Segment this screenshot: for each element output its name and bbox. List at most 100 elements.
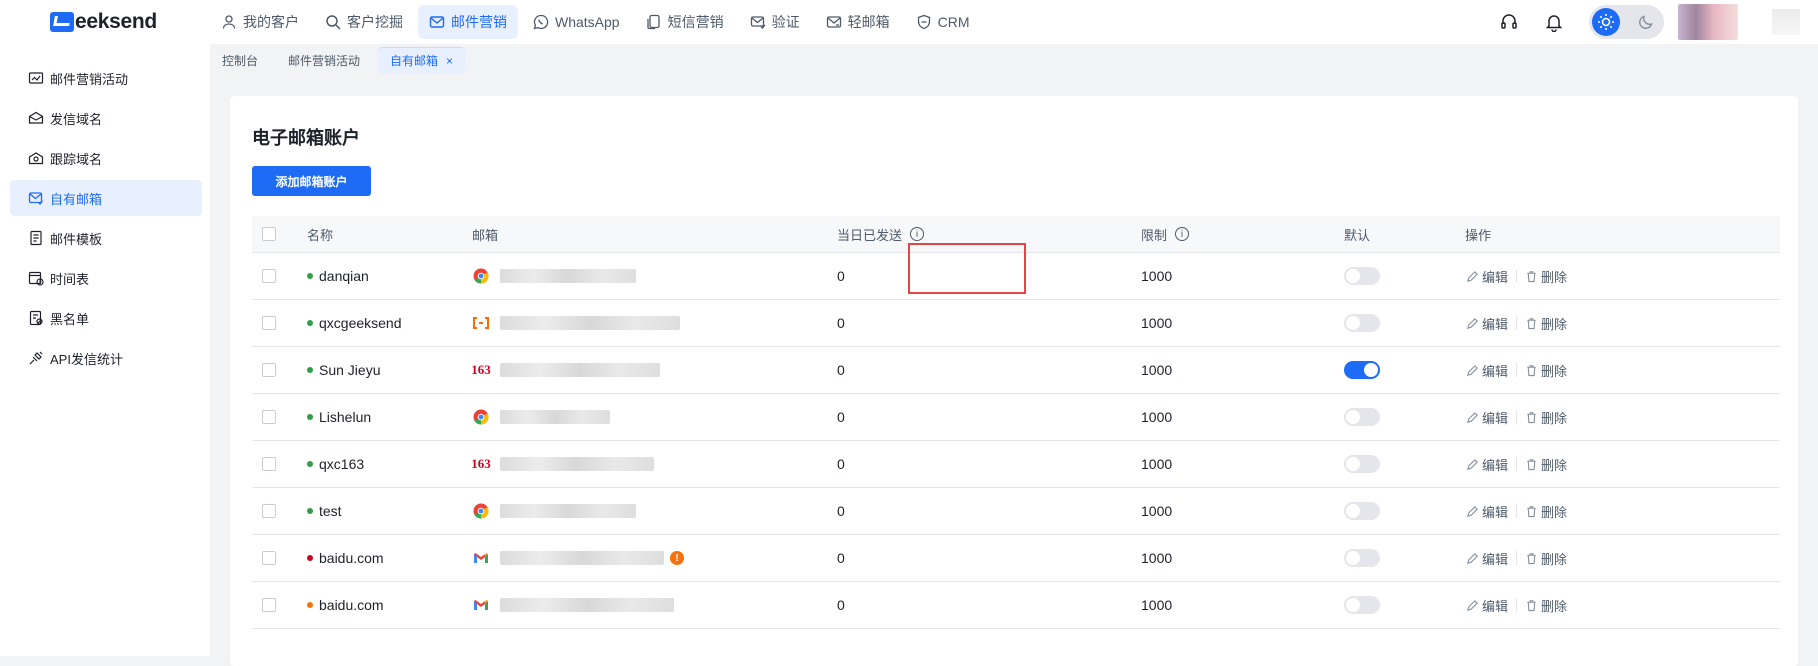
divider xyxy=(1516,504,1518,518)
divider xyxy=(1516,363,1518,377)
nav-crm[interactable]: CRM xyxy=(905,5,981,39)
default-toggle[interactable] xyxy=(1344,549,1380,567)
row-checkbox[interactable] xyxy=(262,504,276,518)
sidebar-item-tracking-domain[interactable]: 跟踪域名 xyxy=(10,140,202,176)
info-icon[interactable]: i xyxy=(910,227,925,241)
edit-button[interactable]: 编辑 xyxy=(1466,314,1508,333)
status-dot xyxy=(307,367,313,373)
delete-button[interactable]: 删除 xyxy=(1525,408,1567,427)
add-mailbox-button[interactable]: 添加邮箱账户 xyxy=(252,166,371,196)
nav-whatsapp[interactable]: WhatsApp xyxy=(522,5,631,39)
delete-button[interactable]: 删除 xyxy=(1525,361,1567,380)
sidebar-item-label: 发信域名 xyxy=(50,111,103,127)
tab-console[interactable]: 控制台 xyxy=(210,47,270,73)
headset-icon[interactable] xyxy=(1499,12,1519,32)
delete-label: 删除 xyxy=(1541,269,1568,285)
nav-light-mailbox[interactable]: 轻邮箱 xyxy=(815,5,901,39)
trash-icon xyxy=(1527,552,1536,564)
edit-button[interactable]: 编辑 xyxy=(1466,267,1508,286)
avatar[interactable] xyxy=(1678,4,1738,40)
status-dot xyxy=(307,602,313,608)
delete-button[interactable]: 删除 xyxy=(1525,549,1567,568)
edit-button[interactable]: 编辑 xyxy=(1466,596,1508,615)
email-cell xyxy=(472,582,674,628)
nav-my-customers[interactable]: 我的客户 xyxy=(210,5,310,39)
table-row[interactable]: qxc163 163 0 1000 编辑 删除 xyxy=(252,441,1780,488)
theme-toggle[interactable] xyxy=(1589,5,1664,39)
table-row[interactable]: baidu.com! 0 1000 编辑 删除 xyxy=(252,535,1780,582)
table-row[interactable]: test 0 1000 编辑 删除 xyxy=(252,488,1780,535)
trash-icon xyxy=(1527,411,1536,423)
nav-sms-marketing[interactable]: 短信营销 xyxy=(635,5,735,39)
limit-value: 1000 xyxy=(1141,503,1173,519)
edit-button[interactable]: 编辑 xyxy=(1466,455,1508,474)
logo[interactable]: eeksend xyxy=(50,10,157,34)
sidebar-item-api-stats[interactable]: API发信统计 xyxy=(10,340,202,376)
edit-button[interactable]: 编辑 xyxy=(1466,502,1508,521)
delete-button[interactable]: 删除 xyxy=(1525,455,1567,474)
delete-button[interactable]: 删除 xyxy=(1525,596,1567,615)
pencil-icon xyxy=(1467,364,1478,376)
row-checkbox[interactable] xyxy=(262,598,276,612)
page-tabs: 控制台 邮件营销活动 自有邮箱 × xyxy=(210,44,466,76)
default-toggle[interactable] xyxy=(1344,361,1380,379)
limit-value: 1000 xyxy=(1141,362,1173,378)
nav-email-marketing[interactable]: 邮件营销 xyxy=(418,5,518,39)
row-checkbox[interactable] xyxy=(262,316,276,330)
toggle-knob xyxy=(1346,316,1360,330)
sidebar-item-label: 跟踪域名 xyxy=(50,151,103,167)
edit-button[interactable]: 编辑 xyxy=(1466,408,1508,427)
edit-button[interactable]: 编辑 xyxy=(1466,361,1508,380)
pencil-icon xyxy=(1467,411,1478,423)
divider xyxy=(1516,316,1518,330)
delete-button[interactable]: 删除 xyxy=(1525,314,1567,333)
table-row[interactable]: qxcgeeksend 0 1000 编辑 删除 xyxy=(252,300,1780,347)
row-checkbox[interactable] xyxy=(262,457,276,471)
tab-label: 邮件营销活动 xyxy=(288,53,361,68)
table-row[interactable]: baidu.com 0 1000 编辑 删除 xyxy=(252,582,1780,629)
pencil-icon xyxy=(1467,270,1478,282)
tab-email-campaigns[interactable]: 邮件营销活动 xyxy=(276,47,372,73)
default-toggle[interactable] xyxy=(1344,502,1380,520)
logo-mark-icon xyxy=(50,12,74,32)
moon-icon[interactable] xyxy=(1638,14,1654,30)
col-limit-label: 限制 xyxy=(1141,227,1168,243)
row-checkbox[interactable] xyxy=(262,363,276,377)
sun-icon[interactable] xyxy=(1592,8,1620,36)
default-toggle[interactable] xyxy=(1344,455,1380,473)
tab-own-mailbox[interactable]: 自有邮箱 × xyxy=(378,46,466,74)
delete-button[interactable]: 删除 xyxy=(1525,267,1567,286)
default-toggle[interactable] xyxy=(1344,408,1380,426)
sidebar-item-label: 邮件模板 xyxy=(50,231,103,247)
delete-button[interactable]: 删除 xyxy=(1525,502,1567,521)
default-toggle[interactable] xyxy=(1344,596,1380,614)
email-redacted xyxy=(500,504,636,518)
select-all-checkbox[interactable] xyxy=(262,227,276,241)
sidebar-item-schedule[interactable]: 时间表 xyxy=(10,260,202,296)
sidebar-item-campaigns[interactable]: 邮件营销活动 xyxy=(10,60,202,96)
sidebar-item-own-mailbox[interactable]: 自有邮箱 xyxy=(10,180,202,216)
nav-customer-mining[interactable]: 客户挖掘 xyxy=(314,5,414,39)
bell-icon[interactable] xyxy=(1544,12,1564,32)
sidebar-item-templates[interactable]: 邮件模板 xyxy=(10,220,202,256)
row-checkbox[interactable] xyxy=(262,269,276,283)
edit-button[interactable]: 编辑 xyxy=(1466,549,1508,568)
table-row[interactable]: Sun Jieyu 163 0 1000 编辑 删除 xyxy=(252,347,1780,394)
nav-label: 短信营销 xyxy=(667,14,724,30)
table-row[interactable]: Lishelun 0 1000 编辑 删除 xyxy=(252,394,1780,441)
sidebar-item-blacklist[interactable]: 黑名单 xyxy=(10,300,202,336)
highlight-box xyxy=(908,243,1026,294)
warning-icon[interactable]: ! xyxy=(670,551,684,565)
row-checkbox[interactable] xyxy=(262,551,276,565)
col-name: 名称 xyxy=(307,227,334,243)
default-toggle[interactable] xyxy=(1344,267,1380,285)
sent-today-value: 0 xyxy=(837,550,845,566)
sidebar-item-sending-domain[interactable]: 发信域名 xyxy=(10,100,202,136)
nav-verify[interactable]: 验证 xyxy=(739,5,811,39)
user-menu[interactable] xyxy=(1772,9,1800,35)
netease-163-icon: 163 xyxy=(471,362,491,377)
info-icon[interactable]: i xyxy=(1175,227,1190,241)
row-checkbox[interactable] xyxy=(262,410,276,424)
default-toggle[interactable] xyxy=(1344,314,1380,332)
close-icon[interactable]: × xyxy=(446,54,453,68)
